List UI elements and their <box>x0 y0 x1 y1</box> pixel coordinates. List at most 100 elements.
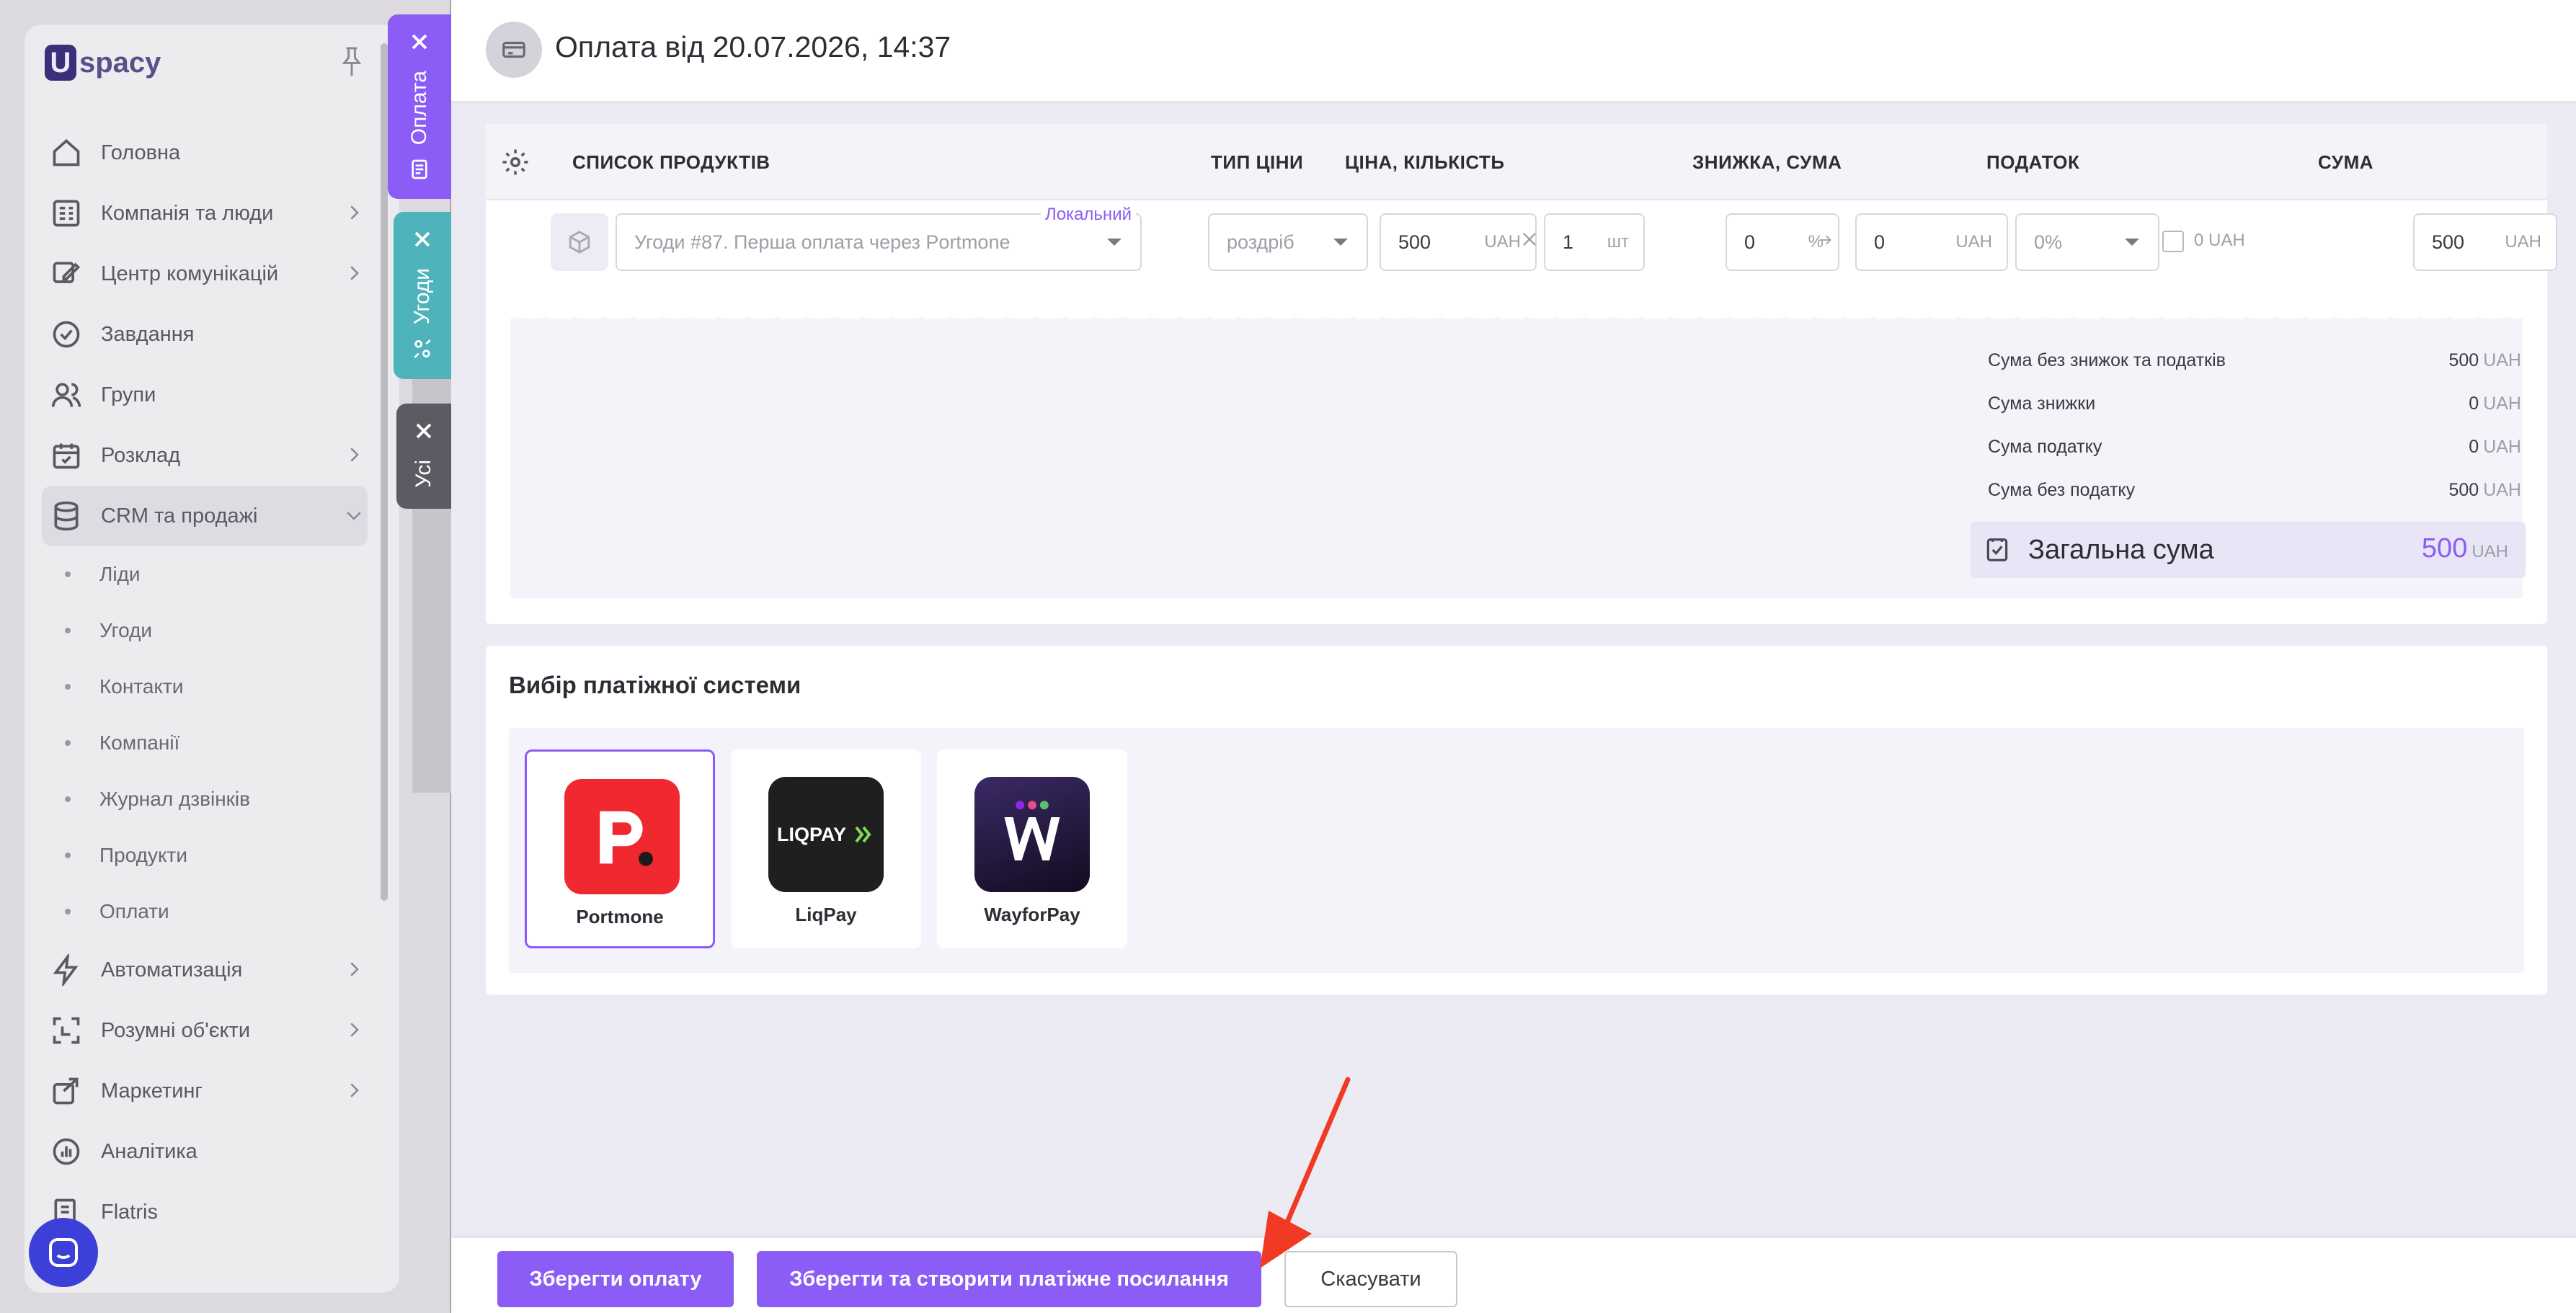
discount-sum-value: 0 <box>1874 231 1886 253</box>
sidebar-subitem-payments[interactable]: Оплати <box>50 884 368 940</box>
sidebar-item-communications[interactable]: Центр комунікацій <box>50 244 368 304</box>
logo-mark: U <box>45 45 76 81</box>
chevron-right-icon <box>350 1023 359 1037</box>
summary-line-net: Сума без податку 500 UAH <box>1988 480 2521 501</box>
discount-percent-value: 0 <box>1744 231 1756 253</box>
summary-unit: UAH <box>2483 393 2521 414</box>
panel-header: Оплата від 20.07.2026, 14:37 <box>451 0 2576 101</box>
sidebar-item-marketing[interactable]: Маркетинг <box>50 1061 368 1121</box>
slider-tab-deals[interactable]: Угоди <box>394 212 451 379</box>
summary-line-tax: Сума податку 0 UAH <box>1988 437 2521 458</box>
sidebar-subitem-call-log[interactable]: Журнал дзвінків <box>50 771 368 827</box>
sum-input[interactable]: 500 UAH <box>2413 213 2557 271</box>
tax-amount: 0 UAH <box>2194 231 2245 250</box>
handshake-icon <box>414 339 431 359</box>
logo[interactable]: U spacy <box>45 45 161 81</box>
total-unit: UAH <box>2471 542 2508 561</box>
sidebar-item-automation[interactable]: Автоматизація <box>50 940 368 1000</box>
tax-included-checkbox[interactable] <box>2162 231 2184 252</box>
price-value: 500 <box>1398 231 1431 253</box>
column-header-sum: СУМА <box>2318 151 2374 173</box>
wayforpay-logo-mark <box>1004 801 1060 860</box>
multiply-icon <box>1523 233 1536 246</box>
summary-unit: UAH <box>2483 437 2521 457</box>
slider-tab-label: Оплата <box>407 71 431 146</box>
close-icon[interactable] <box>409 226 435 252</box>
sidebar-scrollbar[interactable] <box>381 43 388 901</box>
database-icon <box>54 501 79 531</box>
summary-value: 500 <box>2448 350 2479 370</box>
price-type-select[interactable]: роздріб <box>1208 213 1368 271</box>
sidebar-item-home[interactable]: Головна <box>50 123 368 183</box>
sidebar-item-groups[interactable]: Групи <box>50 365 368 425</box>
sidebar-item-label: Розклад <box>101 443 181 467</box>
chat-support-button[interactable] <box>29 1218 98 1287</box>
wayforpay-logo <box>974 777 1090 892</box>
payment-system-section: Вибір платіжної системи Portmone LIQPAY … <box>486 646 2547 994</box>
sidebar: U spacy Головна Компанія та люди Центр к… <box>0 0 450 1313</box>
summary-value: 0 <box>2469 437 2479 457</box>
tax-rate-value: 0% <box>2034 231 2063 253</box>
lightning-icon <box>53 954 79 986</box>
sidebar-nav: Головна Компанія та люди Центр комунікац… <box>42 123 368 1242</box>
price-input[interactable]: 500 UAH <box>1380 213 1537 271</box>
sidebar-subitem-companies[interactable]: Компанії <box>50 715 368 771</box>
payment-option-liqpay[interactable]: LIQPAY LiqPay <box>731 749 921 948</box>
sidebar-item-flatris[interactable]: Flatris <box>50 1182 368 1242</box>
sidebar-item-label: Групи <box>101 383 156 406</box>
summary-label: Сума без знижок та податків <box>1988 350 2226 370</box>
tax-select[interactable]: 0% <box>2015 213 2159 271</box>
save-and-create-link-button[interactable]: Зберегти та створити платіжне посилання <box>757 1251 1261 1307</box>
pin-icon[interactable] <box>339 46 365 78</box>
summary-value: 500 <box>2448 480 2479 500</box>
sidebar-subitem-deals[interactable]: Угоди <box>50 602 368 659</box>
sidebar-item-label: Маркетинг <box>101 1079 203 1103</box>
slider-tab-payment[interactable]: Оплата <box>388 14 451 199</box>
building-icon <box>53 200 80 227</box>
analytics-icon <box>53 1138 80 1165</box>
column-header-price-type: ТИП ЦІНИ <box>1211 151 1304 173</box>
product-select[interactable]: Угоди #87. Перша оплата через Portmone Л… <box>616 205 1142 271</box>
discount-sum-input[interactable]: 0 UAH <box>1855 213 2008 271</box>
payment-option-portmone[interactable]: Portmone <box>525 749 715 948</box>
total-sum-box: Загальна сума 500 UAH <box>1971 522 2526 578</box>
total-label: Загальна сума <box>2028 535 2214 565</box>
scan-icon <box>53 1017 80 1044</box>
slider-tab-all[interactable]: Усі <box>396 404 451 509</box>
sidebar-item-label: Центр комунікацій <box>101 262 279 285</box>
slider-tab-label: Угоди <box>410 268 434 325</box>
sidebar-subitem-leads[interactable]: Ліди <box>50 546 368 602</box>
column-header-discount: ЗНИЖКА, СУМА <box>1692 151 1842 173</box>
slider-tab-label: Усі <box>412 460 435 488</box>
local-badge: Локальний <box>1040 205 1136 225</box>
chevron-right-icon <box>350 448 359 462</box>
sidebar-item-label: Компанія та люди <box>101 201 274 225</box>
sidebar-item-smart-objects[interactable]: Розумні об'єкти <box>50 1000 368 1061</box>
sidebar-item-tasks[interactable]: Завдання <box>50 304 368 365</box>
summary-label: Сума без податку <box>1988 480 2136 500</box>
sidebar-subitem-contacts[interactable]: Контакти <box>50 659 368 715</box>
sidebar-subitem-products[interactable]: Продукти <box>50 827 368 884</box>
close-icon[interactable] <box>411 418 437 444</box>
product-row: Угоди #87. Перша оплата через Portmone Л… <box>486 200 2557 287</box>
payment-panel: Оплата від 20.07.2026, 14:37 СПИСОК ПРОД… <box>451 0 2576 1313</box>
sidebar-item-company[interactable]: Компанія та люди <box>50 183 368 244</box>
price-type-value: роздріб <box>1227 231 1294 253</box>
page-title: Оплата від 20.07.2026, 14:37 <box>555 30 951 63</box>
summary-label: Сума податку <box>1988 437 2102 457</box>
summary-line-gross: Сума без знижок та податків 500 UAH <box>1988 350 2521 371</box>
sidebar-item-schedule[interactable]: Розклад <box>50 425 368 486</box>
sidebar-item-label: Завдання <box>101 322 195 346</box>
sum-unit: UAH <box>2505 232 2541 252</box>
quantity-input[interactable]: 1 шт <box>1544 213 1645 271</box>
arrow-right-icon <box>1819 235 1831 245</box>
payment-option-wayforpay[interactable]: WayforPay <box>937 749 1127 948</box>
marketing-icon <box>53 1077 79 1105</box>
chat-icon <box>49 1238 78 1267</box>
close-icon[interactable] <box>407 29 432 55</box>
sidebar-item-analytics[interactable]: Аналітика <box>50 1121 368 1182</box>
sidebar-item-crm[interactable]: CRM та продажі <box>42 486 368 546</box>
save-payment-button[interactable]: Зберегти оплату <box>497 1251 734 1307</box>
gear-icon[interactable] <box>500 147 530 177</box>
check-circle-icon <box>53 321 80 348</box>
